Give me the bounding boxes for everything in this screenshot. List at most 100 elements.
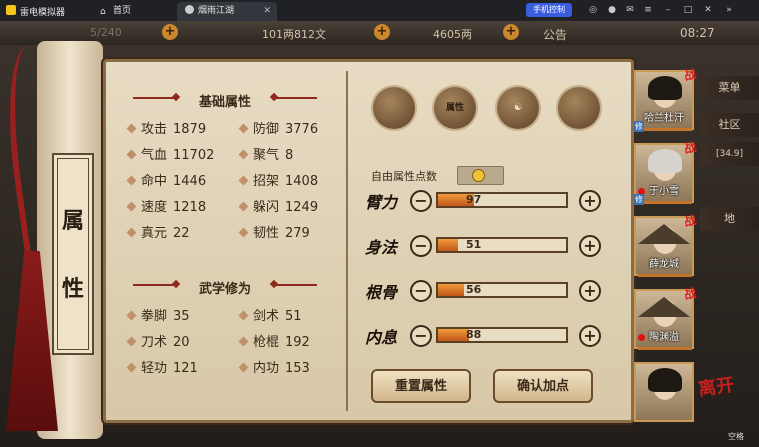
- basic-stat-8: 真元 22: [126, 222, 190, 241]
- minimize-icon[interactable]: –: [663, 5, 673, 15]
- member-name: 薛龙城: [649, 259, 679, 270]
- decrease-button[interactable]: −: [410, 235, 432, 257]
- portrait-hair: [648, 368, 682, 392]
- emulator-title-bar: 雷电模拟器 ⌂ 首页 烟雨江湖 ✕ 手机控制 ◎ ● ✉ ≡ – □ ✕ »: [0, 0, 759, 21]
- party-member-portrait[interactable]: 哈兰杜汗 战修: [634, 67, 697, 132]
- basic-stat-6: 速度 1218: [126, 196, 207, 215]
- emulator-app-name: 雷电模拟器: [20, 8, 66, 18]
- martial-stat-2: 刀术 20: [126, 331, 190, 350]
- diamond-icon: [126, 201, 137, 212]
- free-points-label: 自由属性点数: [371, 170, 437, 183]
- mail-icon[interactable]: ✉: [625, 5, 635, 15]
- attribute-category-icon[interactable]: 属性: [434, 87, 476, 129]
- member-hp-bar: [638, 128, 692, 131]
- panel-title-plaque: 属 性: [52, 153, 94, 355]
- notice-button[interactable]: 公告: [543, 26, 567, 43]
- expand-icon[interactable]: »: [724, 5, 734, 15]
- close-tab-icon[interactable]: ✕: [263, 2, 271, 21]
- tab-home[interactable]: ⌂ 首页: [92, 2, 178, 21]
- game-icon: [185, 5, 194, 14]
- side-menu-item[interactable]: 菜单: [700, 76, 759, 100]
- portrait-hat: [638, 224, 690, 244]
- basic-stat-0: 攻击 1879: [126, 118, 206, 137]
- stat-value: 1408: [285, 174, 319, 189]
- stat-value: 279: [285, 226, 310, 241]
- space-key-hint: 空格: [728, 432, 744, 441]
- stat-label: 真元: [141, 226, 168, 241]
- emulator-logo-icon: [6, 5, 16, 15]
- stat-label: 攻击: [141, 122, 168, 137]
- increase-button[interactable]: +: [579, 190, 601, 212]
- increase-button[interactable]: +: [579, 280, 601, 302]
- game-viewport: 5/240 + 101两812文 + 4605两 + 公告 08:27 属 性 …: [0, 21, 759, 447]
- stat-label: 拳脚: [141, 309, 168, 324]
- stat-value: 1249: [285, 200, 319, 215]
- game-clock: 08:27: [680, 26, 715, 40]
- allocation-bar: 88: [436, 327, 568, 343]
- decrease-button[interactable]: −: [410, 190, 432, 212]
- tab-game[interactable]: 烟雨江湖 ✕: [177, 2, 277, 21]
- increase-button[interactable]: +: [579, 235, 601, 257]
- free-points-value: 0: [457, 166, 504, 185]
- decrease-button[interactable]: −: [410, 325, 432, 347]
- allocation-bar: 56: [436, 282, 568, 298]
- stat-value: 1446: [173, 174, 207, 189]
- equipment-category-icon[interactable]: [373, 87, 415, 129]
- add-stamina-button[interactable]: +: [162, 24, 178, 40]
- party-member-portrait[interactable]: [634, 362, 694, 422]
- stat-value: 20: [173, 335, 190, 350]
- party-member-portrait[interactable]: 陶渊溢战: [634, 286, 697, 350]
- basic-stat-3: 聚气 8: [238, 144, 294, 163]
- portrait-hair: [648, 76, 682, 100]
- menu-icon[interactable]: ≡: [643, 5, 653, 15]
- increase-button[interactable]: +: [579, 325, 601, 347]
- stat-label: 招架: [253, 174, 280, 189]
- close-window-icon[interactable]: ✕: [703, 5, 713, 15]
- header-ornament-right: [275, 97, 317, 99]
- home-icon: ⌂: [100, 7, 106, 17]
- party-member-portrait[interactable]: 薛龙城 战: [634, 213, 697, 277]
- allocation-bar: 51: [436, 237, 568, 253]
- maximize-icon[interactable]: □: [683, 5, 693, 15]
- stamina-counter: 5/240: [90, 26, 122, 39]
- meridian-category-icon[interactable]: [558, 87, 600, 129]
- account-icon[interactable]: ●: [607, 5, 617, 15]
- header-ornament-left: [133, 284, 175, 286]
- martial-arts-title: 武学修为: [198, 282, 251, 297]
- member-tag: 修: [634, 194, 644, 205]
- stat-value: 1218: [173, 200, 207, 215]
- stat-label: 韧性: [253, 226, 280, 241]
- stat-label: 防御: [253, 122, 280, 137]
- diamond-icon: [238, 227, 249, 238]
- allocation-value: 97: [466, 193, 482, 206]
- add-silver-button[interactable]: +: [503, 24, 519, 40]
- gamepad-icon[interactable]: ◎: [588, 5, 598, 15]
- leave-button[interactable]: 离开: [696, 371, 736, 402]
- coin-icon: [473, 170, 484, 181]
- battle-status-badge: 战: [682, 212, 698, 230]
- martial-stat-4: 轻功 121: [126, 357, 198, 376]
- diamond-icon: [126, 123, 137, 134]
- party-member-portrait[interactable]: 于小雪战修: [634, 140, 697, 205]
- reset-attributes-button[interactable]: 重置属性: [371, 369, 471, 403]
- diamond-icon: [238, 123, 249, 134]
- phone-control-button[interactable]: 手机控制: [526, 3, 572, 17]
- stat-value: 35: [173, 309, 190, 324]
- allocation-label: 根骨: [365, 283, 398, 302]
- diamond-icon: [126, 336, 137, 347]
- stat-value: 3776: [285, 122, 319, 137]
- side-menu-item[interactable]: 社区: [700, 113, 759, 137]
- confirm-allocation-button[interactable]: 确认加点: [493, 369, 593, 403]
- side-menu-item[interactable]: 地: [700, 207, 759, 231]
- diamond-icon: [238, 201, 249, 212]
- stat-value: 11702: [173, 148, 215, 163]
- stat-value: 121: [173, 361, 198, 376]
- bagua-category-icon[interactable]: ☯: [497, 87, 539, 129]
- stat-value: 8: [285, 148, 294, 163]
- portrait-hair: [648, 149, 682, 173]
- diamond-icon: [238, 310, 249, 321]
- diamond-icon: [238, 336, 249, 347]
- add-currency-button[interactable]: +: [374, 24, 390, 40]
- diamond-icon: [126, 362, 137, 373]
- decrease-button[interactable]: −: [410, 280, 432, 302]
